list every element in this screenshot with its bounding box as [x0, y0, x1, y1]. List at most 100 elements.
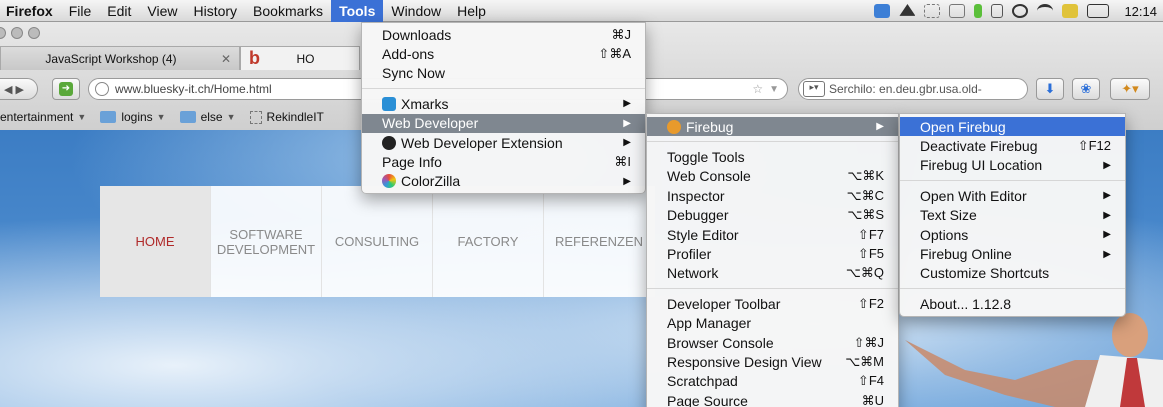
menu-item-xmarks[interactable]: Xmarks ▶: [362, 94, 645, 113]
wifi-icon[interactable]: [1037, 4, 1054, 18]
history-dropdown-icon[interactable]: ▼: [769, 84, 779, 95]
submenu-arrow-icon: ▶: [1103, 248, 1111, 260]
menu-separator: [900, 288, 1125, 290]
tab-javascript-workshop[interactable]: JavaScript Workshop (4) ✕: [0, 46, 240, 70]
menu-item-web-developer[interactable]: Web Developer ▶: [362, 113, 645, 133]
globe-icon: [95, 82, 109, 96]
menu-item-open-with-editor[interactable]: Open With Editor ▶: [900, 186, 1125, 205]
menu-item-web-developer-extension[interactable]: Web Developer Extension ▶: [362, 133, 645, 152]
bluesky-favicon: b: [249, 48, 260, 68]
folder-icon: [179, 111, 196, 123]
menu-item-deactivate-firebug[interactable]: Deactivate Firebug ⇧F12: [900, 136, 1125, 155]
back-forward-button[interactable]: ◀ ▶: [0, 78, 38, 100]
menu-item-responsive-design-view[interactable]: Responsive Design View ⌥⌘M: [647, 352, 898, 371]
arrow-icon: ➜: [59, 82, 73, 96]
menu-item-shortcut: ⌘J: [611, 26, 632, 42]
menu-app-firefox[interactable]: Firefox: [0, 0, 61, 22]
site-nav-home[interactable]: HOME: [100, 186, 211, 297]
menu-item-add-ons[interactable]: Add-ons ⇧⌘A: [362, 44, 645, 63]
menu-item-firebug-online[interactable]: Firebug Online ▶: [900, 244, 1125, 263]
menu-item-developer-toolbar[interactable]: Developer Toolbar ⇧F2: [647, 294, 898, 313]
bird-icon[interactable]: [1062, 4, 1079, 18]
menu-item-firebug[interactable]: Firebug ▶: [647, 117, 898, 137]
menu-item-style-editor[interactable]: Style Editor ⇧F7: [647, 225, 898, 244]
menu-file[interactable]: File: [61, 0, 100, 22]
firebug-toolbar-button[interactable]: ✦▾: [1110, 78, 1150, 100]
close-tab-icon[interactable]: ✕: [221, 52, 231, 66]
home-button[interactable]: ➜: [52, 78, 80, 100]
site-nav-software-development[interactable]: SOFTWARE DEVELOPMENT: [211, 186, 322, 297]
bookmark-entertainment[interactable]: entertainment ▼: [0, 110, 86, 124]
menu-item-shortcut: ⇧F2: [857, 295, 884, 311]
menu-item-label: Inspector: [667, 187, 725, 204]
downloads-button[interactable]: ⬇: [1036, 78, 1064, 100]
menu-item-shortcut: ⇧F12: [1077, 138, 1111, 154]
zoom-window-button[interactable]: [28, 27, 40, 39]
menu-item-label: Network: [667, 265, 719, 282]
bookmark-label: else: [200, 110, 223, 124]
menu-item-browser-console[interactable]: Browser Console ⇧⌘J: [647, 333, 898, 352]
search-bar[interactable]: ▸▾ Serchilo: en.deu.gbr.usa.old-: [798, 78, 1028, 100]
submenu-arrow-icon: ▶: [623, 98, 631, 110]
menu-item-text-size[interactable]: Text Size ▶: [900, 206, 1125, 225]
menu-history[interactable]: History: [185, 0, 245, 22]
menu-item-label: Downloads: [382, 26, 452, 43]
submenu-arrow-icon: ▶: [1103, 159, 1111, 171]
site-navigation: HOME SOFTWARE DEVELOPMENT CONSULTING FAC…: [100, 186, 655, 297]
bookmark-label: RekindleIT: [266, 110, 324, 124]
upload-icon[interactable]: [949, 4, 966, 18]
grid-icon[interactable]: [924, 4, 941, 18]
menu-item-customize-shortcuts[interactable]: Customize Shortcuts: [900, 264, 1125, 283]
bookmark-logins[interactable]: logins ▼: [100, 110, 166, 124]
site-nav-consulting[interactable]: CONSULTING: [322, 186, 433, 297]
menu-item-options[interactable]: Options ▶: [900, 225, 1125, 244]
menu-tools[interactable]: Tools: [331, 0, 384, 22]
close-window-button[interactable]: [0, 27, 6, 39]
menu-item-scratchpad[interactable]: Scratchpad ⇧F4: [647, 372, 898, 391]
menu-item-colorzilla[interactable]: ColorZilla ▶: [362, 172, 645, 191]
menu-item-debugger[interactable]: Debugger ⌥⌘S: [647, 206, 898, 225]
menu-item-open-firebug[interactable]: Open Firebug: [900, 117, 1125, 137]
menu-item-about[interactable]: About... 1.12.8: [900, 294, 1125, 313]
menu-item-firebug-ui-location[interactable]: Firebug UI Location ▶: [900, 156, 1125, 175]
menu-item-inspector[interactable]: Inspector ⌥⌘C: [647, 186, 898, 205]
menu-item-label: Profiler: [667, 246, 712, 263]
menu-item-page-source[interactable]: Page Source ⌘U: [647, 391, 898, 407]
menu-item-app-manager[interactable]: App Manager: [647, 314, 898, 333]
tablet-icon[interactable]: [991, 4, 1004, 18]
battery-icon[interactable]: [1087, 4, 1110, 18]
bookmark-else[interactable]: else ▼: [179, 110, 236, 124]
menu-item-network[interactable]: Network ⌥⌘Q: [647, 264, 898, 283]
menu-bookmarks[interactable]: Bookmarks: [245, 0, 331, 22]
drive-icon[interactable]: [899, 4, 916, 16]
menu-separator: [900, 180, 1125, 182]
menu-item-shortcut: ⇧⌘A: [598, 46, 631, 62]
chevron-down-icon: ▼: [156, 112, 166, 122]
menu-edit[interactable]: Edit: [99, 0, 139, 22]
menu-window[interactable]: Window: [383, 0, 449, 22]
addon-button[interactable]: ❀: [1072, 78, 1100, 100]
tab-bluesky[interactable]: b HO: [240, 46, 360, 70]
bookmark-rekindleit[interactable]: RekindleIT: [249, 110, 324, 124]
menu-item-label: Style Editor: [667, 226, 739, 243]
search-text[interactable]: Serchilo: en.deu.gbr.usa.old-: [829, 82, 982, 96]
menu-view[interactable]: View: [139, 0, 185, 22]
search-engine-icon[interactable]: ▸▾: [803, 81, 825, 97]
time-machine-icon[interactable]: [1012, 4, 1029, 18]
menu-item-downloads[interactable]: Downloads ⌘J: [362, 25, 645, 44]
dropbox-icon[interactable]: [874, 4, 891, 18]
menu-item-page-info[interactable]: Page Info ⌘I: [362, 152, 645, 171]
clock[interactable]: 12:14: [1124, 4, 1157, 19]
site-nav-factory[interactable]: FACTORY: [433, 186, 544, 297]
menu-item-profiler[interactable]: Profiler ⇧F5: [647, 244, 898, 263]
menu-item-web-console[interactable]: Web Console ⌥⌘K: [647, 167, 898, 186]
menu-item-label: App Manager: [667, 315, 752, 332]
battery-green-icon[interactable]: [974, 4, 983, 18]
minimize-window-button[interactable]: [11, 27, 23, 39]
site-nav-referenzen[interactable]: REFERENZEN: [544, 186, 655, 297]
xmarks-icon: [382, 96, 396, 111]
menu-item-sync-now[interactable]: Sync Now: [362, 64, 645, 83]
menu-help[interactable]: Help: [449, 0, 494, 22]
menu-item-toggle-tools[interactable]: Toggle Tools: [647, 147, 898, 166]
bookmark-star-icon[interactable]: ☆: [752, 82, 763, 96]
